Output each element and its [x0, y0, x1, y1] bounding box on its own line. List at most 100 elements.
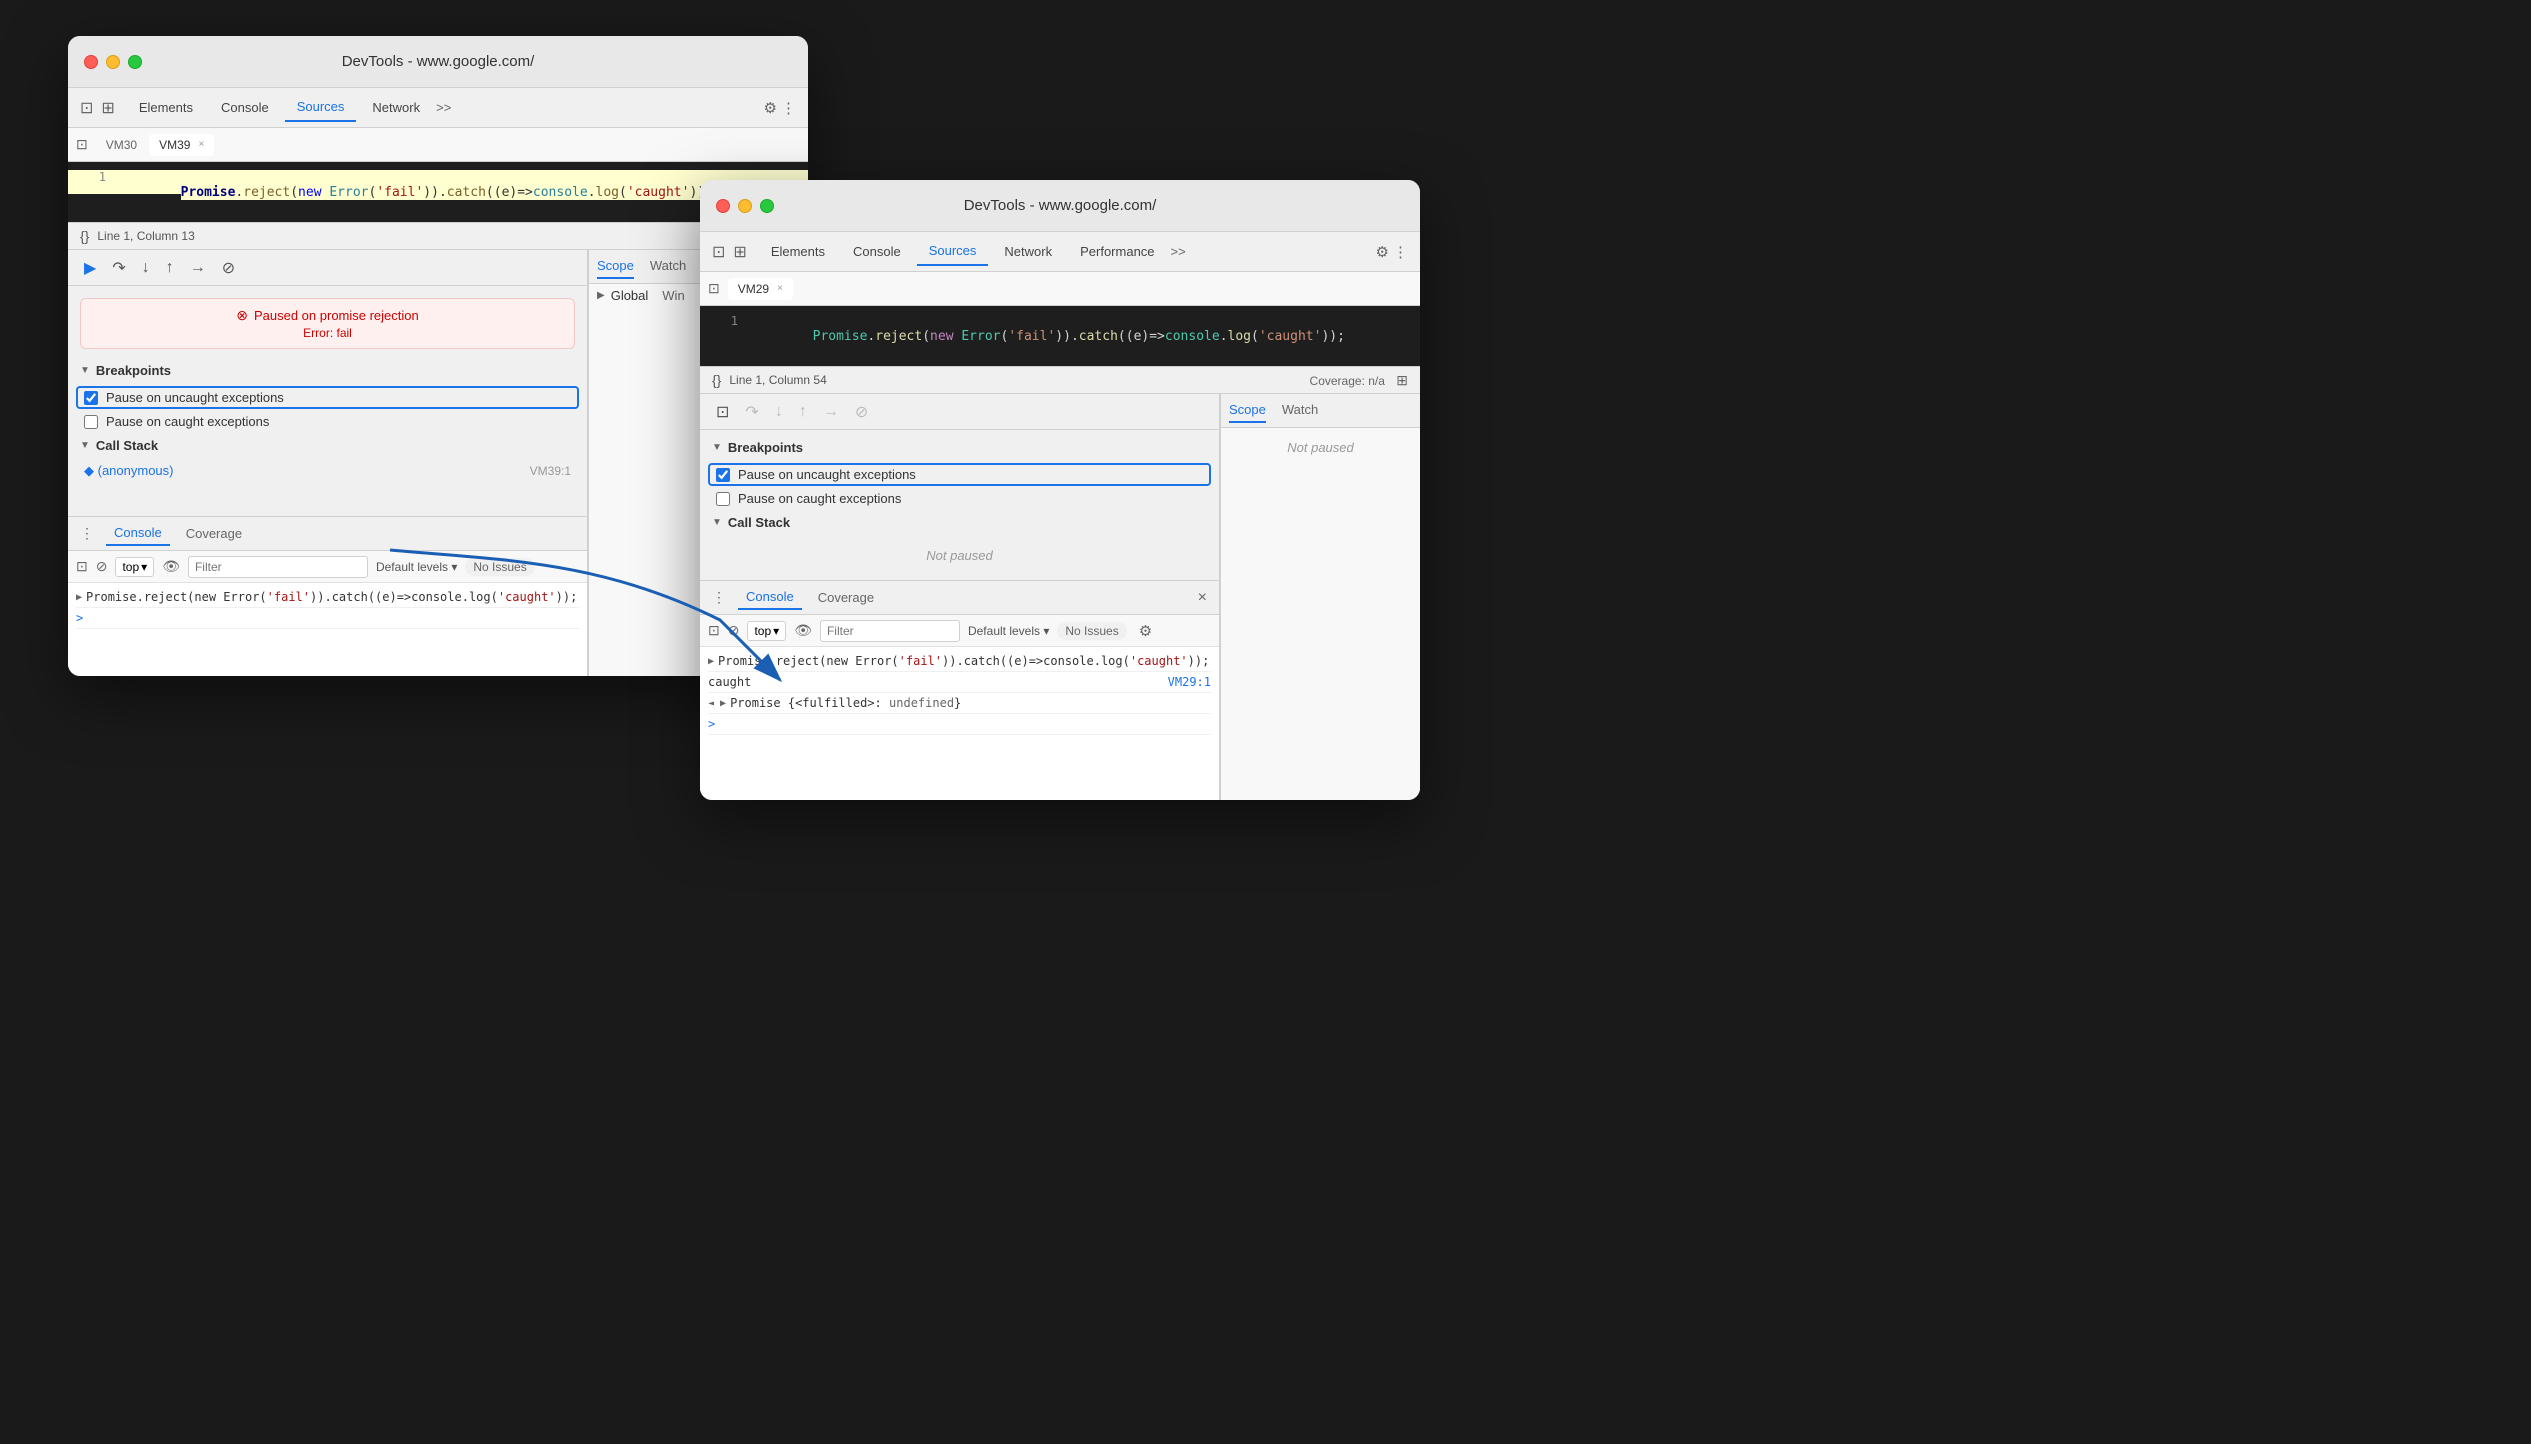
step-into-btn-1[interactable]: ↓	[138, 255, 154, 281]
callstack-triangle-1: ▼	[80, 440, 90, 451]
console-tab-coverage-2[interactable]: Coverage	[810, 586, 882, 609]
watch-tab-2[interactable]: Watch	[1282, 398, 1318, 423]
callstack-triangle-2: ▼	[712, 517, 722, 528]
file-tab-close-vm39[interactable]: ×	[198, 139, 204, 150]
tab-console-1[interactable]: Console	[209, 94, 281, 121]
console-eye-btn-1[interactable]: 👁	[162, 558, 180, 575]
deactivate-btn-2[interactable]: ⊘	[851, 398, 872, 426]
file-tab-vm29-2[interactable]: VM29 ×	[728, 278, 793, 300]
format-icon-1[interactable]: {}	[80, 228, 89, 244]
breakpoints-header-2[interactable]: ▼ Breakpoints	[708, 434, 1211, 461]
not-paused-scope-2: Not paused	[1221, 428, 1420, 467]
more-tabs-1[interactable]: >>	[436, 100, 451, 115]
default-levels-btn-2[interactable]: Default levels ▾	[968, 624, 1049, 638]
minimize-button-2[interactable]	[738, 199, 752, 213]
console-filter-input-2[interactable]	[820, 620, 960, 642]
top-dropdown-1[interactable]: top ▾	[115, 557, 154, 577]
console-sidebar-toggle-1[interactable]: ⊡	[76, 558, 88, 575]
dock-icon-1[interactable]: ⊞	[101, 98, 114, 118]
tab-network-2[interactable]: Network	[992, 238, 1064, 265]
close-button-1[interactable]	[84, 55, 98, 69]
format-icon-2[interactable]: {}	[712, 372, 721, 388]
step-over-btn-1[interactable]: ↷	[108, 254, 129, 282]
title-bar-1: DevTools - www.google.com/	[68, 36, 808, 88]
settings-icon-1[interactable]: ⚙	[764, 99, 777, 117]
file-tab-vm30-1[interactable]: VM30	[96, 134, 147, 156]
line-number-1: 1	[76, 170, 106, 184]
callstack-header-1[interactable]: ▼ Call Stack	[76, 432, 579, 459]
expand-icon-2b[interactable]: ◄ ▶	[708, 698, 726, 709]
devtools-window-2: DevTools - www.google.com/ ⊡ ⊞ Elements …	[700, 180, 1420, 800]
console-caught-line: caught VM29:1	[708, 672, 1211, 693]
scope-tab-2[interactable]: Scope	[1229, 398, 1266, 423]
step-btn-2[interactable]: →	[819, 399, 843, 425]
tab-sources-1[interactable]: Sources	[285, 93, 357, 122]
file-tab-close-vm29[interactable]: ×	[777, 283, 783, 294]
callstack-item-1[interactable]: ◆ (anonymous) VM39:1	[76, 459, 579, 483]
step-over-btn-2[interactable]: ↷	[741, 398, 762, 426]
watch-tab-1[interactable]: Watch	[650, 254, 686, 279]
top-dropdown-2[interactable]: top ▾	[747, 621, 786, 641]
default-levels-btn-1[interactable]: Default levels ▾	[376, 560, 457, 574]
error-icon-1: ⊗	[236, 307, 248, 324]
debug-toolbar-2: ⊡ ↷ ↓ ↑ → ⊘	[700, 394, 1219, 430]
step-out-btn-1[interactable]: ↑	[162, 255, 178, 281]
console-clear-btn-1[interactable]: ⊘	[96, 558, 108, 575]
console-more-icon-1[interactable]: ⋮	[80, 525, 94, 542]
step-into-btn-2[interactable]: ↓	[771, 399, 787, 425]
settings-icon-2[interactable]: ⚙	[1376, 243, 1389, 261]
close-button-2[interactable]	[716, 199, 730, 213]
console-eye-btn-2[interactable]: 👁	[794, 622, 812, 639]
step-btn-1[interactable]: →	[186, 255, 210, 281]
console-more-icon-2[interactable]: ⋮	[712, 589, 726, 606]
line-col-1: Line 1, Column 13	[97, 229, 194, 243]
more-tabs-2[interactable]: >>	[1171, 244, 1186, 259]
coverage-expand-icon-2[interactable]: ⊞	[1396, 372, 1408, 388]
file-tab-vm39-1[interactable]: VM39 ×	[149, 134, 214, 156]
minimize-button-1[interactable]	[106, 55, 120, 69]
console-sidebar-toggle-2[interactable]: ⊡	[708, 622, 720, 639]
file-sidebar-icon-1[interactable]: ⊡	[76, 136, 88, 153]
callstack-header-2[interactable]: ▼ Call Stack	[708, 509, 1211, 536]
traffic-lights-2	[716, 199, 774, 213]
console-tab-coverage-1[interactable]: Coverage	[178, 522, 250, 545]
console-close-btn-2[interactable]: ×	[1198, 589, 1207, 607]
pause-resume-btn-2[interactable]: ⊡	[712, 398, 733, 426]
file-sidebar-icon-2[interactable]: ⊡	[708, 280, 720, 297]
breakpoint-uncaught-checkbox-1[interactable]	[84, 391, 98, 405]
console-clear-btn-2[interactable]: ⊘	[728, 622, 740, 639]
console-toolbar-1: ⊡ ⊘ top ▾ 👁 Default levels ▾ No Issues	[68, 551, 587, 583]
top-chevron-icon-1: ▾	[141, 560, 147, 574]
console-tab-console-1[interactable]: Console	[106, 521, 170, 546]
dock-icon-2[interactable]: ⊞	[733, 242, 746, 262]
step-out-btn-2[interactable]: ↑	[795, 399, 811, 425]
maximize-button-2[interactable]	[760, 199, 774, 213]
breakpoint-caught-checkbox-2[interactable]	[716, 492, 730, 506]
resume-btn-1[interactable]: ▶	[80, 254, 100, 282]
main-tab-bar-2: ⊡ ⊞ Elements Console Sources Network Per…	[700, 232, 1420, 272]
expand-icon-2a[interactable]: ▶	[708, 656, 714, 667]
sidebar-toggle-icon-1[interactable]: ⊡	[80, 98, 93, 118]
expand-icon-1[interactable]: ▶	[76, 592, 82, 603]
breakpoint-uncaught-checkbox-2[interactable]	[716, 468, 730, 482]
breakpoint-uncaught-1: Pause on uncaught exceptions	[76, 386, 579, 409]
console-tab-console-2[interactable]: Console	[738, 585, 802, 610]
tab-elements-1[interactable]: Elements	[127, 94, 205, 121]
scope-tab-1[interactable]: Scope	[597, 254, 634, 279]
tab-network-1[interactable]: Network	[360, 94, 432, 121]
more-menu-1[interactable]: ⋮	[781, 99, 796, 117]
console-filter-input-1[interactable]	[188, 556, 368, 578]
console-vm29-link[interactable]: VM29:1	[1168, 675, 1211, 689]
breakpoint-caught-checkbox-1[interactable]	[84, 415, 98, 429]
console-settings-2[interactable]: ⚙	[1139, 622, 1152, 640]
sidebar-toggle-icon-2[interactable]: ⊡	[712, 242, 725, 262]
breakpoints-header-1[interactable]: ▼ Breakpoints	[76, 357, 579, 384]
tab-sources-2[interactable]: Sources	[917, 237, 989, 266]
maximize-button-1[interactable]	[128, 55, 142, 69]
deactivate-btn-1[interactable]: ⊘	[218, 254, 239, 282]
tab-elements-2[interactable]: Elements	[759, 238, 837, 265]
tab-performance-2[interactable]: Performance	[1068, 238, 1166, 265]
more-menu-2[interactable]: ⋮	[1393, 243, 1408, 261]
code-text-2: Promise.reject(new Error('fail')).catch(…	[750, 314, 1345, 359]
tab-console-2[interactable]: Console	[841, 238, 913, 265]
